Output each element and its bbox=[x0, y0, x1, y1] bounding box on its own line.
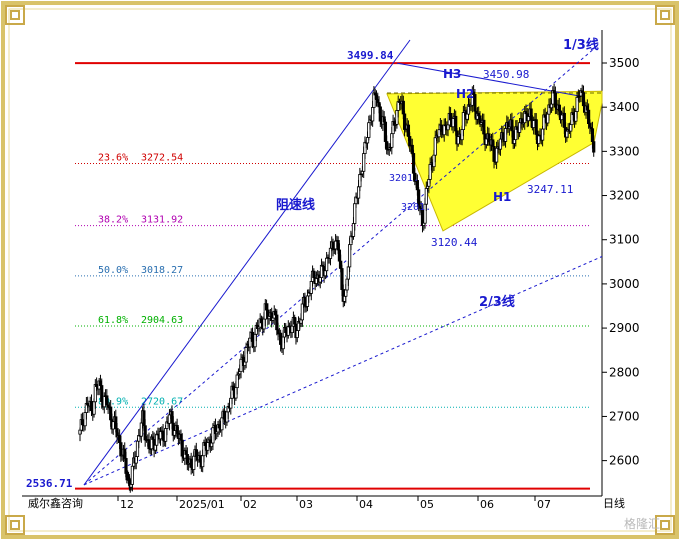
x-axis: 12 2025/01 02 03 04 05 06 07 bbox=[117, 496, 551, 511]
watermark: 格隆汇 bbox=[624, 516, 660, 531]
y-tick-label: 3300 bbox=[609, 144, 640, 158]
low-price-label: 2536.71 bbox=[26, 477, 73, 490]
h1-label: H1 bbox=[493, 190, 511, 204]
resistance-label: 阻速线 bbox=[276, 197, 315, 213]
fib-value-label-0: 3272.54 bbox=[141, 152, 183, 163]
bottom-price-label: 3120.44 bbox=[431, 236, 478, 249]
high-price-label: 3499.84 bbox=[347, 49, 394, 62]
fib-pct-label-1: 38.2% bbox=[98, 215, 128, 226]
y-tick-label: 3400 bbox=[609, 100, 640, 114]
x-tick-label: 07 bbox=[537, 498, 551, 511]
x-tick-label: 05 bbox=[420, 498, 434, 511]
two-third-label: 2/3线 bbox=[479, 294, 515, 310]
y-tick-label: 2800 bbox=[609, 365, 640, 379]
price-label-1: 3201. bbox=[389, 173, 419, 184]
x-tick-label: 2025/01 bbox=[179, 498, 225, 511]
y-tick-label: 3100 bbox=[609, 233, 640, 247]
period-label: 日线 bbox=[603, 496, 625, 510]
x-tick-label: 02 bbox=[243, 498, 257, 511]
fib-value-label-3: 2904.63 bbox=[141, 315, 183, 326]
y-tick-label: 3000 bbox=[609, 277, 640, 291]
y-tick-label: 2600 bbox=[609, 454, 640, 468]
h1-price-label: 3247.11 bbox=[527, 183, 573, 196]
y-tick-label: 3200 bbox=[609, 189, 640, 203]
brand-label: 威尔鑫咨询 bbox=[28, 496, 83, 510]
y-tick-label: 2900 bbox=[609, 321, 640, 335]
h2-label: H2 bbox=[456, 87, 474, 101]
fib-pct-label-2: 50.0% bbox=[98, 265, 128, 276]
one-third-label: 1/3线 bbox=[563, 37, 599, 53]
fib-value-label-1: 3131.92 bbox=[141, 215, 183, 226]
candle-body bbox=[592, 141, 596, 153]
h3-label: H3 bbox=[443, 67, 461, 81]
x-tick-label: 03 bbox=[299, 498, 313, 511]
fib-pct-label-3: 61.8% bbox=[98, 315, 128, 326]
y-tick-label: 3500 bbox=[609, 56, 640, 70]
y-tick-label: 2700 bbox=[609, 409, 640, 423]
chart: 23.6% 3272.54 38.2% 3131.92 50.0% 3018.27 61.8… bbox=[1, 1, 679, 539]
y-axis: 2600 2700 2800 2900 3000 3100 3200 3300 3400 3500 bbox=[602, 56, 640, 468]
x-tick-label: 04 bbox=[359, 498, 373, 511]
fib-value-label-2: 3018.27 bbox=[141, 265, 183, 276]
x-tick-label: 06 bbox=[480, 498, 494, 511]
x-tick-label: 12 bbox=[120, 498, 134, 511]
h3-price-label: 3450.98 bbox=[483, 68, 529, 81]
fib-pct-label-0: 23.6% bbox=[98, 152, 128, 163]
price-label-2: 3201. bbox=[401, 202, 431, 213]
